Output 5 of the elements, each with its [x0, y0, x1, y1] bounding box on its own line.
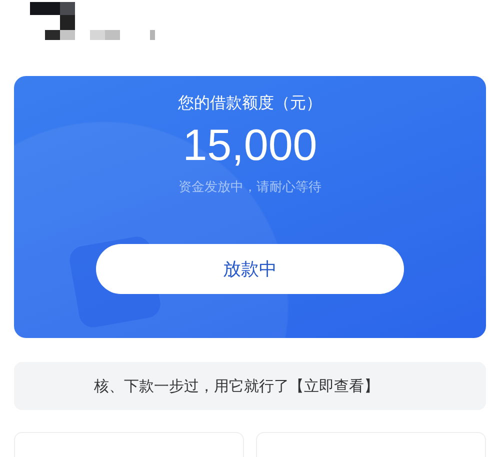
promo-banner[interactable]: 核、下款一步过，用它就行了【立即查看】 — [14, 362, 486, 410]
disbursing-button[interactable]: 放款中 — [96, 244, 404, 294]
loan-limit-label: 您的借款额度（元） — [178, 93, 322, 114]
status-text: 资金发放中，请耐心等待 — [178, 179, 322, 196]
loan-amount: 15,000 — [182, 120, 318, 172]
